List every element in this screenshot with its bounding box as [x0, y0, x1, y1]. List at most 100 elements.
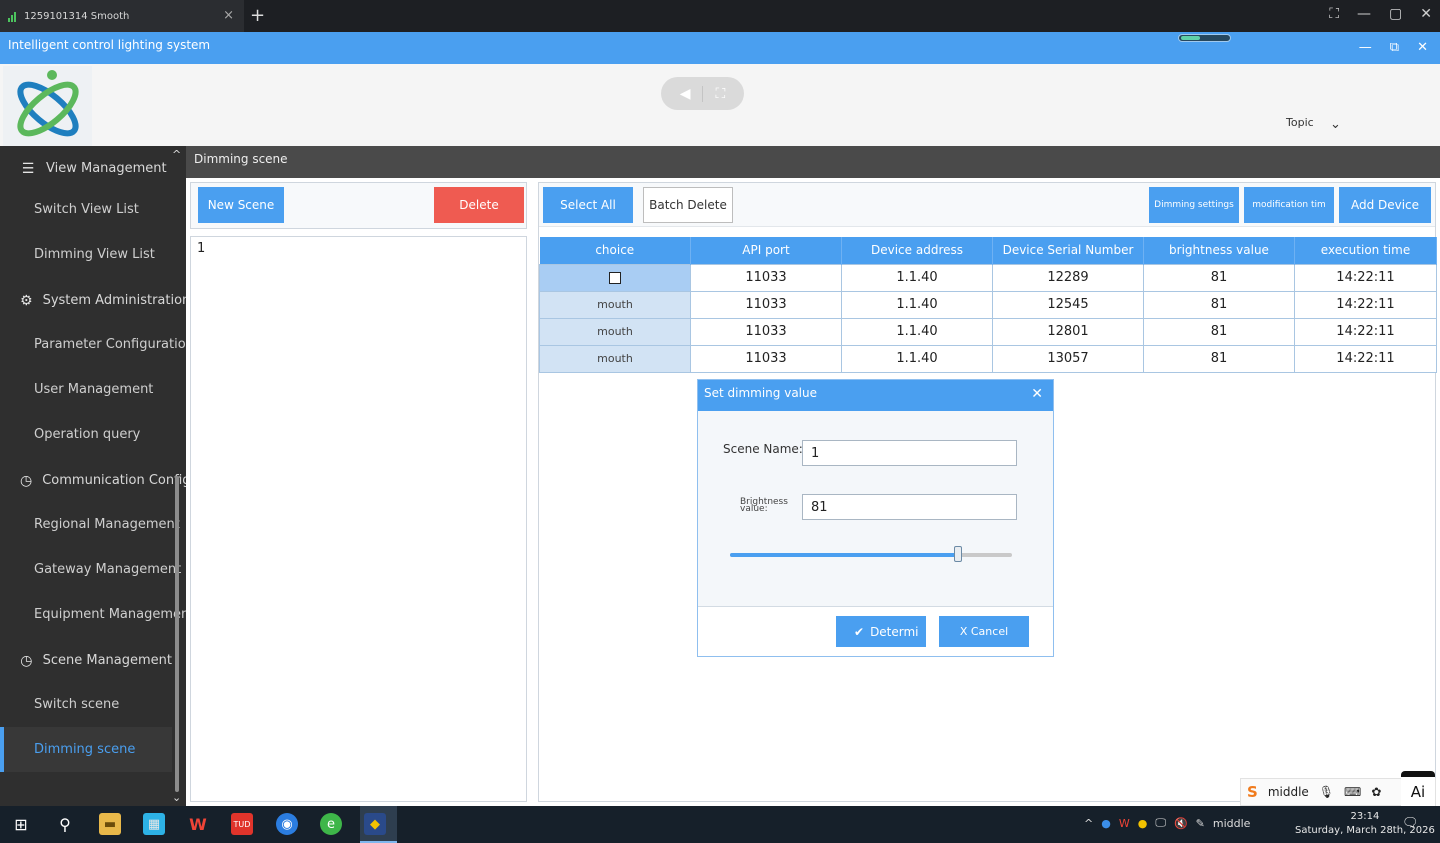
column-header[interactable]: Device address — [841, 237, 993, 264]
signal-icon — [8, 11, 16, 22]
pen-icon[interactable]: ✎ — [1196, 817, 1205, 830]
ime-logo-icon[interactable]: S — [1247, 783, 1258, 801]
column-header[interactable]: choice — [539, 237, 691, 264]
new-scene-button[interactable]: New Scene — [198, 187, 284, 223]
sidebar-scrollbar[interactable] — [175, 476, 179, 792]
browser-icon[interactable]: ◉ — [276, 813, 298, 835]
network-icon[interactable]: 🖵 — [1155, 816, 1166, 830]
sidebar-item-gateway-management[interactable]: Gateway Management — [0, 547, 181, 592]
close-icon[interactable]: ✕ — [1420, 6, 1432, 22]
sidebar-item-switch-view-list[interactable]: Switch View List — [0, 187, 172, 232]
delete-scene-button[interactable]: Delete — [434, 187, 524, 223]
app-header: ◀ ⛶ Topic ⌄ — [0, 64, 1440, 146]
sidebar-group-communication-configuration[interactable]: ◷ Communication Configura — [0, 458, 186, 503]
skin-icon[interactable]: ✿ — [1371, 785, 1381, 799]
device-toolbar: Select All Batch Delete Dimming settings… — [539, 183, 1435, 227]
sidebar-item-regional-management[interactable]: Regional Management — [0, 502, 180, 547]
choice-cell[interactable]: mouth — [539, 317, 691, 346]
store-icon[interactable]: ▦ — [143, 813, 165, 835]
remote-session-tab[interactable]: 1259101314 Smooth × — [0, 0, 244, 32]
scene-name-input[interactable]: 1 — [802, 440, 1017, 466]
table-row[interactable]: mouth 11033 1.1.40 13057 81 14:22:11 — [539, 344, 1437, 373]
maximize-icon[interactable]: ▢ — [1389, 6, 1402, 22]
dialog-body: Scene Name: 1 Brightness value: 81 — [698, 411, 1053, 607]
remote-media-controls[interactable]: ◀ ⛶ — [661, 77, 744, 110]
minimize-icon[interactable]: — — [1357, 6, 1371, 22]
sidebar-item-dimming-view-list[interactable]: Dimming View List — [0, 232, 172, 277]
new-tab-button[interactable]: + — [250, 5, 265, 26]
play-back-icon[interactable]: ◀ — [680, 86, 691, 102]
app-minimize-icon[interactable]: — — [1359, 40, 1372, 55]
sidebar-group-view-management[interactable]: ☰ View Management — [0, 146, 172, 191]
tab-close-icon[interactable]: × — [223, 8, 234, 23]
volume-mute-icon[interactable]: 🔇 — [1174, 817, 1188, 830]
dialog-footer: ✔ Determi X Cancel — [698, 608, 1053, 656]
app-close-icon[interactable]: ✕ — [1417, 40, 1428, 55]
search-icon[interactable]: ⚲ — [54, 813, 76, 835]
sidebar-item-operation-query[interactable]: Operation query — [0, 412, 172, 457]
scene-list-item[interactable]: 1 — [197, 241, 520, 256]
scroll-down-icon[interactable]: ⌄ — [172, 791, 181, 804]
keyboard-icon[interactable]: ⌨ — [1344, 785, 1361, 799]
system-tray: ^ ● W ● 🖵 🔇 ✎ middle — [1084, 816, 1250, 830]
app-logo — [3, 66, 92, 146]
lighting-app-icon[interactable]: ◆ — [364, 813, 386, 835]
table-row[interactable]: mouth 11033 1.1.40 12801 81 14:22:11 — [539, 317, 1437, 346]
table-row[interactable]: mouth 11033 1.1.40 12545 81 14:22:11 — [539, 290, 1437, 319]
brightness-slider[interactable] — [730, 546, 1012, 562]
column-header[interactable]: brightness value — [1143, 237, 1295, 264]
sidebar-group-scene-management[interactable]: ◷ Scene Management — [0, 638, 172, 683]
brightness-input[interactable]: 81 — [802, 494, 1017, 520]
browser-green-icon[interactable]: e — [320, 813, 342, 835]
sidebar-item-equipment-management[interactable]: Equipment Management — [0, 592, 186, 637]
dimming-settings-button[interactable]: Dimming settings — [1149, 187, 1239, 223]
batch-delete-button[interactable]: Batch Delete — [643, 187, 733, 223]
start-icon[interactable]: ⊞ — [10, 813, 32, 835]
modification-time-button[interactable]: modification tim — [1244, 187, 1334, 223]
scroll-up-icon[interactable]: ^ — [172, 148, 181, 161]
wps-icon[interactable]: W — [187, 813, 209, 835]
brightness-label-line2: value: — [740, 504, 768, 514]
tray-wps-icon[interactable]: W — [1119, 817, 1130, 830]
select-all-button[interactable]: Select All — [543, 187, 633, 223]
row-checkbox[interactable] — [609, 272, 621, 284]
tray-app-icon[interactable]: ● — [1101, 817, 1111, 830]
cancel-button[interactable]: X Cancel — [939, 616, 1029, 647]
table-header-row: choice API port Device address Device Se… — [539, 237, 1437, 264]
slider-thumb[interactable] — [954, 546, 962, 562]
notification-icon[interactable]: 🗨 — [1402, 816, 1419, 831]
column-header[interactable]: API port — [690, 237, 842, 264]
confirm-button[interactable]: ✔ Determi — [836, 616, 926, 647]
execution-time-cell: 14:22:11 — [1294, 317, 1437, 346]
sidebar-group-system-administration[interactable]: ⚙ System Administration — [0, 278, 186, 323]
ai-icon[interactable]: Ai — [1401, 771, 1435, 807]
choice-cell[interactable]: mouth — [539, 290, 691, 319]
tray-yellow-icon[interactable]: ● — [1138, 817, 1148, 830]
tray-ime-text[interactable]: middle — [1213, 817, 1251, 830]
add-device-button[interactable]: Add Device — [1339, 187, 1431, 223]
sidebar-item-switch-scene[interactable]: Switch scene — [0, 682, 172, 727]
expand-icon[interactable]: ⛶ — [715, 86, 725, 102]
scene-panel: New Scene Delete 1 — [190, 182, 527, 802]
table-row[interactable]: 11033 1.1.40 12289 81 14:22:11 — [539, 263, 1437, 292]
dialog-close-icon[interactable]: ✕ — [1031, 386, 1043, 402]
app-restore-icon[interactable]: ⧉ — [1390, 40, 1399, 55]
sidebar-item-label: Communication Configura — [42, 473, 186, 488]
column-header[interactable]: execution time — [1294, 237, 1437, 264]
topic-dropdown-label[interactable]: Topic — [1286, 116, 1314, 129]
app-red-icon[interactable]: TUD — [231, 813, 253, 835]
fullscreen-icon[interactable]: ⛶ — [1329, 6, 1339, 22]
ime-mode-text[interactable]: middle — [1268, 785, 1309, 799]
file-explorer-icon[interactable]: ▬ — [99, 813, 121, 835]
sidebar-item-dimming-scene[interactable]: Dimming scene — [0, 727, 172, 772]
column-header[interactable]: Device Serial Number — [992, 237, 1144, 264]
sidebar-item-user-management[interactable]: User Management — [0, 367, 172, 412]
sidebar-item-parameter-configuration[interactable]: Parameter Configuration — [0, 322, 186, 367]
section-title: Dimming scene — [194, 152, 288, 166]
chevron-down-icon[interactable]: ⌄ — [1330, 117, 1341, 132]
api-port-cell: 11033 — [690, 317, 842, 346]
choice-cell[interactable] — [539, 263, 691, 292]
tray-expand-icon[interactable]: ^ — [1084, 817, 1093, 830]
choice-cell[interactable]: mouth — [539, 344, 691, 373]
mic-icon[interactable]: 🎙 — [1319, 785, 1334, 799]
